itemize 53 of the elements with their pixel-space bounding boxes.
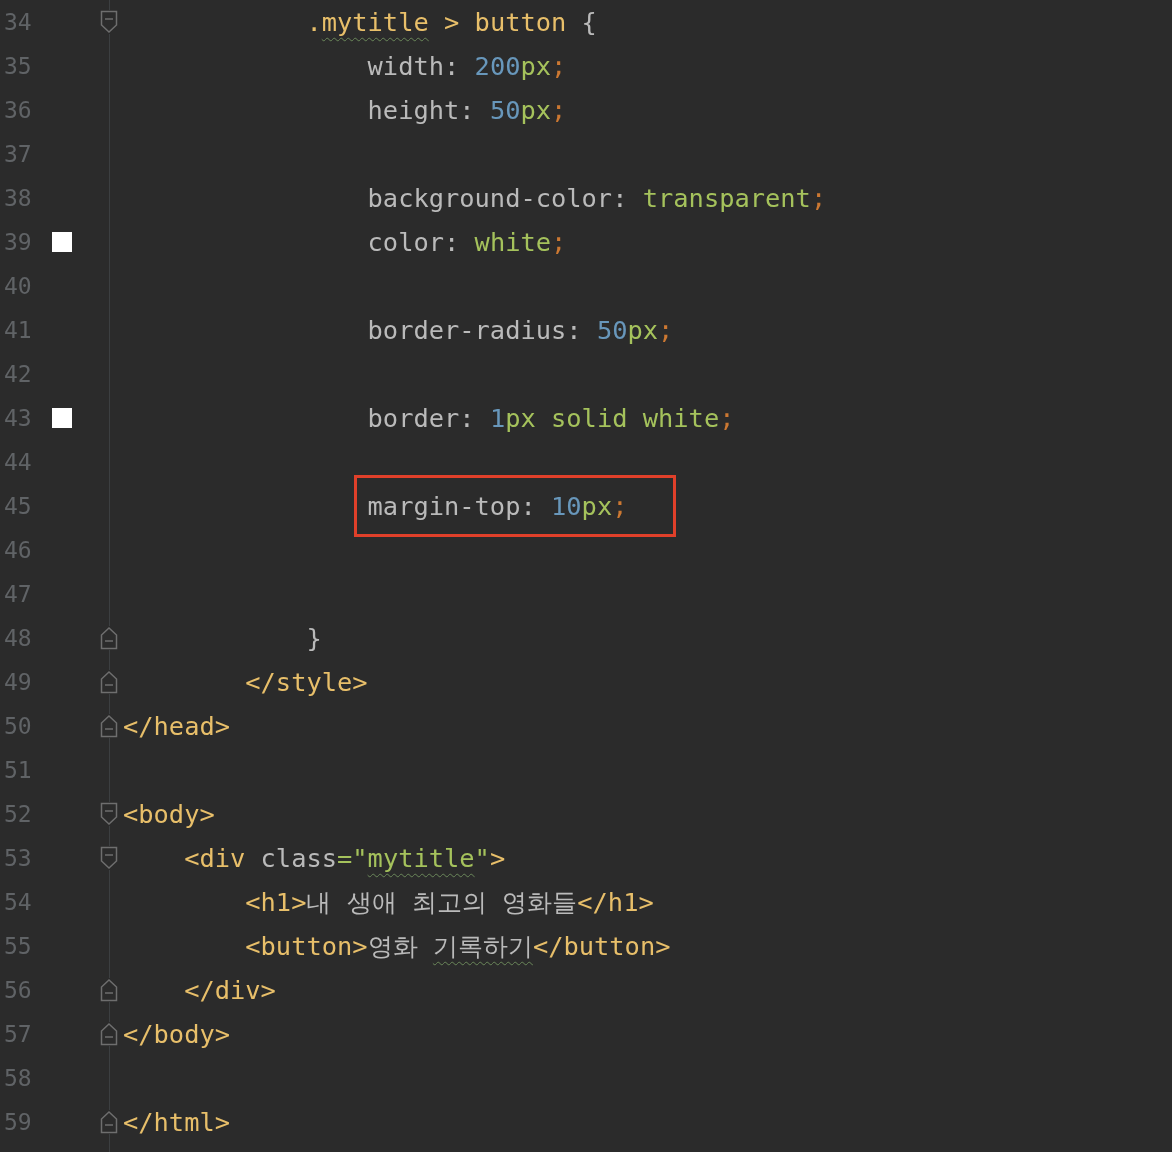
line-number: 51 — [3, 757, 33, 783]
line-number: 47 — [3, 581, 33, 607]
line-number: 55 — [3, 933, 33, 959]
line-number: 49 — [3, 669, 33, 695]
code-line: <h1>내 생애 최고의 영화들</h1> — [245, 887, 654, 917]
fold-marker-icon[interactable] — [100, 978, 118, 1002]
code-line: <button>영화 기록하기</button> — [245, 931, 671, 961]
code-line: <body> — [123, 799, 215, 829]
code-line: .mytitle > button { — [306, 7, 597, 37]
line-number: 48 — [3, 625, 33, 651]
code-line: background-color: transparent; — [367, 183, 827, 213]
fold-marker-icon[interactable] — [100, 1110, 118, 1134]
code-line: border: 1px solid white; — [367, 403, 735, 433]
code-line: height: 50px; — [367, 95, 567, 125]
fold-marker-icon[interactable] — [100, 714, 118, 738]
code-line: </style> — [245, 667, 368, 697]
fold-marker-icon[interactable] — [100, 670, 118, 694]
line-number: 42 — [3, 361, 33, 387]
line-number: 50 — [3, 713, 33, 739]
code-line: width: 200px; — [367, 51, 567, 81]
fold-marker-icon[interactable] — [100, 626, 118, 650]
line-number: 52 — [3, 801, 33, 827]
line-number: 58 — [3, 1065, 33, 1091]
fold-marker-icon[interactable] — [100, 802, 118, 826]
line-number: 53 — [3, 845, 33, 871]
fold-marker-icon[interactable] — [100, 846, 118, 870]
line-number: 41 — [3, 317, 33, 343]
line-number: 54 — [3, 889, 33, 915]
code-line: <div class="mytitle"> — [184, 843, 506, 873]
line-number: 57 — [3, 1021, 33, 1047]
line-number: 40 — [3, 273, 33, 299]
line-number: 38 — [3, 185, 33, 211]
line-number: 35 — [3, 53, 33, 79]
code-line: </head> — [123, 711, 230, 741]
line-number: 39 — [3, 229, 33, 255]
code-line: color: white; — [367, 227, 567, 257]
code-line: border-radius: 50px; — [367, 315, 674, 345]
line-number: 34 — [3, 9, 33, 35]
line-number: 43 — [3, 405, 33, 431]
line-number: 59 — [3, 1109, 33, 1135]
code-line: </html> — [123, 1107, 230, 1137]
line-number: 36 — [3, 97, 33, 123]
line-number: 56 — [3, 977, 33, 1003]
fold-marker-icon[interactable] — [100, 1022, 118, 1046]
line-number: 45 — [3, 493, 33, 519]
fold-marker-icon[interactable] — [100, 10, 118, 34]
code-line: </body> — [123, 1019, 230, 1049]
line-number: 46 — [3, 537, 33, 563]
code-line: </div> — [184, 975, 276, 1005]
line-number: 37 — [3, 141, 33, 167]
line-number: 44 — [3, 449, 33, 475]
code-line: margin-top: 10px; — [367, 491, 628, 521]
code-line: } — [306, 623, 322, 653]
